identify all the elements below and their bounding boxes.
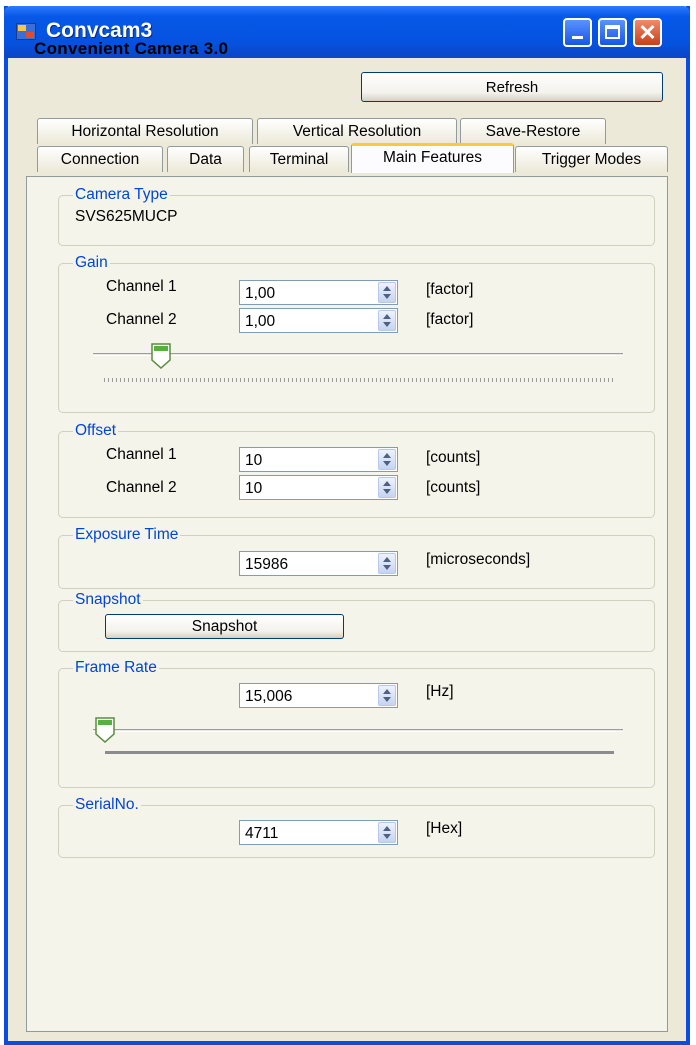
gain-channel2-label: Channel 2 <box>106 311 177 328</box>
offset-channel2-label: Channel 2 <box>106 479 177 496</box>
serial-unit: [Hex] <box>426 820 463 837</box>
app-icon <box>16 23 36 40</box>
serial-legend: SerialNo. <box>73 796 141 814</box>
exposure-spinner[interactable]: 15986 <box>239 551 398 576</box>
gain-channel1-unit: [factor] <box>426 281 474 298</box>
gain-slider-ticks <box>104 378 613 382</box>
camera-type-legend: Camera Type <box>73 186 170 204</box>
serial-value: 4711 <box>245 825 279 842</box>
serial-group: SerialNo. 4711 [Hex] <box>58 796 655 858</box>
maximize-icon <box>605 25 620 39</box>
gain-channel1-label: Channel 1 <box>106 278 177 295</box>
spinner-arrows-icon[interactable] <box>378 282 396 303</box>
tab-data[interactable]: Data <box>167 146 244 172</box>
tab-trigger-modes[interactable]: Trigger Modes <box>515 146 668 172</box>
offset-group: Offset Channel 1 10 [counts] Channel 2 1… <box>58 422 655 518</box>
offset-channel2-unit: [counts] <box>426 479 481 496</box>
gain-legend: Gain <box>73 254 110 272</box>
frame-rate-group: Frame Rate 15,006 [Hz] <box>58 659 655 788</box>
gain-channel1-value: 1,00 <box>245 285 276 302</box>
spinner-arrows-icon[interactable] <box>378 685 396 706</box>
offset-legend: Offset <box>73 422 119 440</box>
app-name: Convenient Camera 3.0 <box>34 39 229 58</box>
offset-channel1-spinner[interactable]: 10 <box>239 447 398 472</box>
frame-rate-value: 15,006 <box>245 688 293 705</box>
exposure-unit: [microseconds] <box>426 551 531 568</box>
gain-channel1-spinner[interactable]: 1,00 <box>239 280 398 305</box>
gain-slider-thumb[interactable] <box>151 343 171 369</box>
camera-type-group: Camera Type SVS625MUCP <box>58 186 655 246</box>
gain-group: Gain Channel 1 1,00 [factor] Channel 2 1… <box>58 254 655 413</box>
spinner-arrows-icon[interactable] <box>378 822 396 843</box>
frame-rate-slider-ticks <box>105 751 614 754</box>
tab-terminal[interactable]: Terminal <box>249 146 349 172</box>
tab-save-restore[interactable]: Save-Restore <box>460 118 606 144</box>
main-features-panel: Camera Type SVS625MUCP Gain Channel 1 1,… <box>26 176 668 1032</box>
tab-vertical-resolution[interactable]: Vertical Resolution <box>257 118 457 144</box>
offset-channel1-value: 10 <box>245 452 263 469</box>
frame-rate-slider-track[interactable] <box>93 729 623 732</box>
gain-channel2-unit: [factor] <box>426 311 474 328</box>
minimize-icon <box>572 36 583 39</box>
minimize-button[interactable] <box>563 18 592 47</box>
gain-channel2-value: 1,00 <box>245 313 276 330</box>
frame-rate-slider-thumb[interactable] <box>95 717 115 743</box>
spinner-arrows-icon[interactable] <box>378 449 396 470</box>
frame-rate-spinner[interactable]: 15,006 <box>239 683 398 708</box>
snapshot-legend: Snapshot <box>73 591 143 609</box>
tab-main-features[interactable]: Main Features <box>351 143 514 173</box>
frame-rate-legend: Frame Rate <box>73 659 159 677</box>
offset-channel2-spinner[interactable]: 10 <box>239 475 398 500</box>
snapshot-group: Snapshot Snapshot <box>58 591 655 652</box>
snapshot-button[interactable]: Snapshot <box>105 614 344 639</box>
offset-channel1-label: Channel 1 <box>106 446 177 463</box>
close-icon: ✕ <box>638 20 657 45</box>
maximize-button[interactable] <box>598 18 627 47</box>
close-button[interactable]: ✕ <box>633 18 662 47</box>
spinner-arrows-icon[interactable] <box>378 310 396 331</box>
exposure-value: 15986 <box>245 556 289 573</box>
spinner-arrows-icon[interactable] <box>378 477 396 498</box>
exposure-legend: Exposure Time <box>73 526 181 544</box>
gain-slider-track[interactable] <box>93 353 623 356</box>
tab-connection[interactable]: Connection <box>37 146 163 172</box>
exposure-group: Exposure Time 15986 [microseconds] <box>58 526 655 589</box>
offset-channel2-value: 10 <box>245 480 263 497</box>
frame-rate-unit: [Hz] <box>426 683 454 700</box>
camera-type-value: SVS625MUCP <box>75 208 178 225</box>
serial-spinner[interactable]: 4711 <box>239 820 398 845</box>
offset-channel1-unit: [counts] <box>426 449 481 466</box>
gain-channel2-spinner[interactable]: 1,00 <box>239 308 398 333</box>
tab-horizontal-resolution[interactable]: Horizontal Resolution <box>37 118 253 144</box>
spinner-arrows-icon[interactable] <box>378 553 396 574</box>
refresh-button[interactable]: Refresh <box>361 72 663 102</box>
